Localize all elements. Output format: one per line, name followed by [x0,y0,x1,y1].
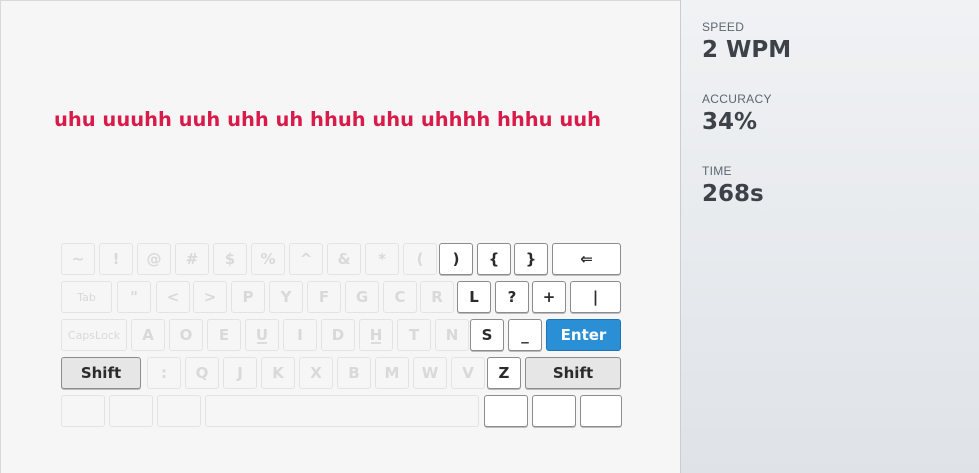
key-o-row3-2[interactable]: O [169,319,203,351]
key-blank-row5-2[interactable] [157,395,201,427]
key-q-row4-2[interactable]: Q [185,357,219,389]
key-y-row2-5[interactable]: Y [269,281,303,313]
key-u-row3-4[interactable]: U [245,319,279,351]
key-colon-row4-1[interactable]: : [147,357,181,389]
key-shift-row4-0[interactable]: Shift [61,357,141,389]
key-e-row3-3[interactable]: E [207,319,241,351]
key-rparen-row1-10[interactable]: ) [439,243,473,275]
key-plus-row2-12[interactable]: + [532,281,566,313]
time-stat: TIME 268s [702,164,764,207]
key-p-row2-4[interactable]: P [231,281,265,313]
accuracy-stat: ACCURACY 34% [702,92,772,135]
key-x-row4-5[interactable]: X [299,357,333,389]
key-pipe-row2-13[interactable]: | [570,281,621,313]
key-question-row2-11[interactable]: ? [495,281,529,313]
time-label: TIME [702,164,732,178]
stats-panel: SPEED 2 WPM ACCURACY 34% TIME 268s [680,0,979,473]
key-quote-row2-1[interactable]: " [117,281,151,313]
typing-app: uhu uuuhh uuh uhh uh hhuh uhu uhhhh hhhu… [0,0,979,473]
key-caret-row1-6[interactable]: ^ [289,243,323,275]
key-i-row3-5[interactable]: I [283,319,317,351]
prompt-text: uhu uuuhh uuh uhh uh hhuh uhu uhhhh hhhu… [54,108,601,131]
key-tilde-row1-0[interactable]: ~ [61,243,95,275]
key-k-row4-4[interactable]: K [261,357,295,389]
speed-value: 2 WPM [702,37,792,63]
key-b-row4-6[interactable]: B [337,357,371,389]
key-asterisk-row1-8[interactable]: * [365,243,399,275]
key-h-row3-7[interactable]: H [359,319,393,351]
key-blank-row5-3[interactable] [205,395,479,427]
key-g-row2-7[interactable]: G [345,281,379,313]
key-a-row3-1[interactable]: A [131,319,165,351]
speed-label: SPEED [702,20,745,34]
accuracy-value: 34% [702,109,758,135]
key-hash-row1-3[interactable]: # [175,243,209,275]
key-capslock-row3-0[interactable]: CapsLock [61,319,127,351]
speed-stat: SPEED 2 WPM [702,20,791,63]
key-z-row4-10[interactable]: Z [487,357,521,389]
key-gt-row2-3[interactable]: > [193,281,227,313]
key-lparen-row1-9[interactable]: ( [403,243,437,275]
typing-area: uhu uuuhh uuh uhh uh hhuh uhu uhhhh hhhu… [0,0,680,473]
key-backspace-row1-13[interactable]: ⇐ [552,243,621,275]
key-m-row4-7[interactable]: M [375,357,409,389]
key-t-row3-8[interactable]: T [397,319,431,351]
key-l-row2-10[interactable]: L [457,281,491,313]
key-blank-row5-0[interactable] [61,395,105,427]
key-exclaim-row1-1[interactable]: ! [99,243,133,275]
key-c-row2-8[interactable]: C [383,281,417,313]
key-at-row1-2[interactable]: @ [137,243,171,275]
key-ampersand-row1-7[interactable]: & [327,243,361,275]
key-tab-row2-0[interactable]: Tab [61,281,112,313]
key-dollar-row1-4[interactable]: $ [213,243,247,275]
time-value: 268s [702,181,764,207]
key-rbrace-row1-12[interactable]: } [514,243,548,275]
key-enter-row3-12[interactable]: Enter [546,319,621,351]
key-underscore-row3-11[interactable]: _ [508,319,542,351]
key-blank-row5-1[interactable] [109,395,153,427]
key-d-row3-6[interactable]: D [321,319,355,351]
key-blank-row5-4[interactable] [484,395,528,427]
key-f-row2-6[interactable]: F [307,281,341,313]
key-shift-row4-11[interactable]: Shift [525,357,621,389]
accuracy-label: ACCURACY [702,92,772,106]
key-s-row3-10[interactable]: S [470,319,504,351]
key-lt-row2-2[interactable]: < [156,281,190,313]
key-w-row4-8[interactable]: W [413,357,447,389]
key-n-row3-9[interactable]: N [435,319,469,351]
key-v-row4-9[interactable]: V [451,357,485,389]
key-percent-row1-5[interactable]: % [251,243,285,275]
key-lbrace-row1-11[interactable]: { [477,243,511,275]
key-blank-row5-5[interactable] [532,395,576,427]
key-r-row2-9[interactable]: R [420,281,454,313]
key-blank-row5-6[interactable] [580,395,622,427]
key-j-row4-3[interactable]: J [223,357,257,389]
